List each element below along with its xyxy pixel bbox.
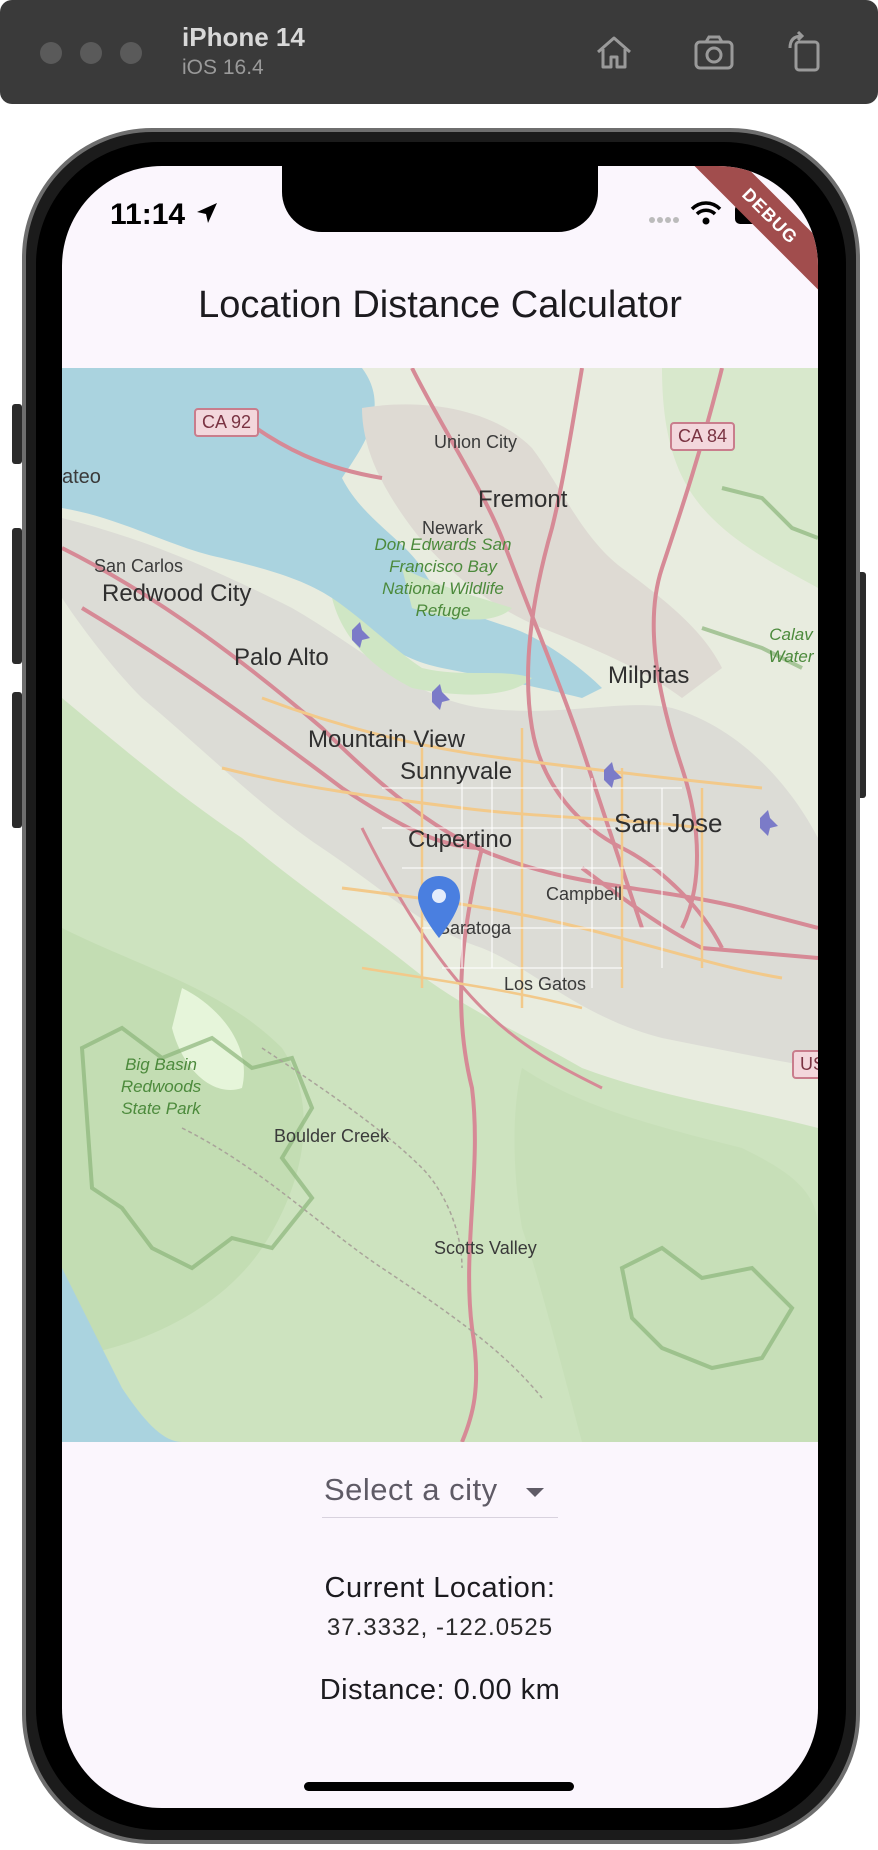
map-label-sunnyvale: Sunnyvale	[400, 758, 513, 785]
current-location-label: Current Location:	[324, 1572, 556, 1604]
volume-up-button	[12, 528, 22, 664]
map-label-campbell: Campbell	[546, 884, 623, 904]
mute-switch	[12, 404, 22, 464]
window-zoom-button[interactable]	[120, 42, 142, 64]
highway-shield-ca92: CA 92	[194, 408, 260, 437]
map-label-san-carlos: San Carlos	[94, 556, 184, 576]
wifi-icon	[690, 201, 722, 225]
simulator-toolbar: iPhone 14 iOS 16.4	[0, 0, 878, 104]
city-select-dropdown[interactable]: Select a city	[322, 1466, 558, 1518]
current-location-coordinates: 37.3332, -122.0525	[326, 1614, 554, 1641]
map-label-fremont: Fremont	[478, 486, 568, 513]
map-label-boulder-creek: Boulder Creek	[274, 1126, 390, 1146]
map-label-cupertino: Cupertino	[408, 826, 513, 853]
map-label-palo-alto: Palo Alto	[234, 644, 329, 671]
map-label-mountain-view: Mountain View	[308, 726, 465, 753]
map-label-scotts-valley: Scotts Valley	[434, 1238, 537, 1258]
screenshot-camera-icon[interactable]	[692, 30, 736, 74]
map-label-milpitas: Milpitas	[608, 662, 690, 689]
home-icon[interactable]	[592, 30, 636, 74]
city-select-placeholder: Select a city	[324, 1472, 498, 1507]
window-minimize-button[interactable]	[80, 42, 102, 64]
status-time: 11:14	[110, 198, 221, 232]
distance-readout: Distance: 0.00 km	[319, 1674, 561, 1706]
notch	[282, 166, 598, 232]
signal-dots-icon	[649, 217, 679, 223]
map-label-san-jose: San Jose	[614, 808, 723, 838]
highway-shield-us: US	[792, 1050, 818, 1079]
rotate-device-icon[interactable]	[784, 30, 828, 74]
device-name: iPhone 14	[182, 22, 305, 52]
os-version: iOS 16.4	[182, 56, 264, 79]
map-label-redwood-city: Redwood City	[102, 580, 252, 607]
location-pin-icon[interactable]	[416, 874, 462, 940]
map-label-calaveras: Calav Water	[768, 625, 814, 666]
home-indicator[interactable]	[304, 1782, 574, 1791]
app-screen: 11:14 DEBUG Location Distance Calculator	[62, 166, 818, 1808]
map-label-don-edwards-refuge: Don Edwards San Francisco Bay National W…	[374, 535, 512, 620]
location-arrow-icon	[197, 203, 218, 223]
map-label-los-gatos: Los Gatos	[504, 974, 587, 994]
map-label-mateo: ateo	[62, 466, 101, 488]
dropdown-arrow-icon	[526, 1488, 544, 1497]
highway-shield-ca84: CA 84	[670, 422, 736, 451]
volume-down-button	[12, 692, 22, 828]
window-close-button[interactable]	[40, 42, 62, 64]
time-text: 11:14	[110, 198, 186, 231]
map-label-union-city: Union City	[434, 432, 518, 452]
map-view[interactable]: CA 92 CA 84 US ateo Union City Fremont N…	[62, 368, 818, 1442]
map-label-big-basin: Big Basin Redwoods State Park	[120, 1055, 202, 1118]
page-title: Location Distance Calculator	[198, 284, 682, 326]
